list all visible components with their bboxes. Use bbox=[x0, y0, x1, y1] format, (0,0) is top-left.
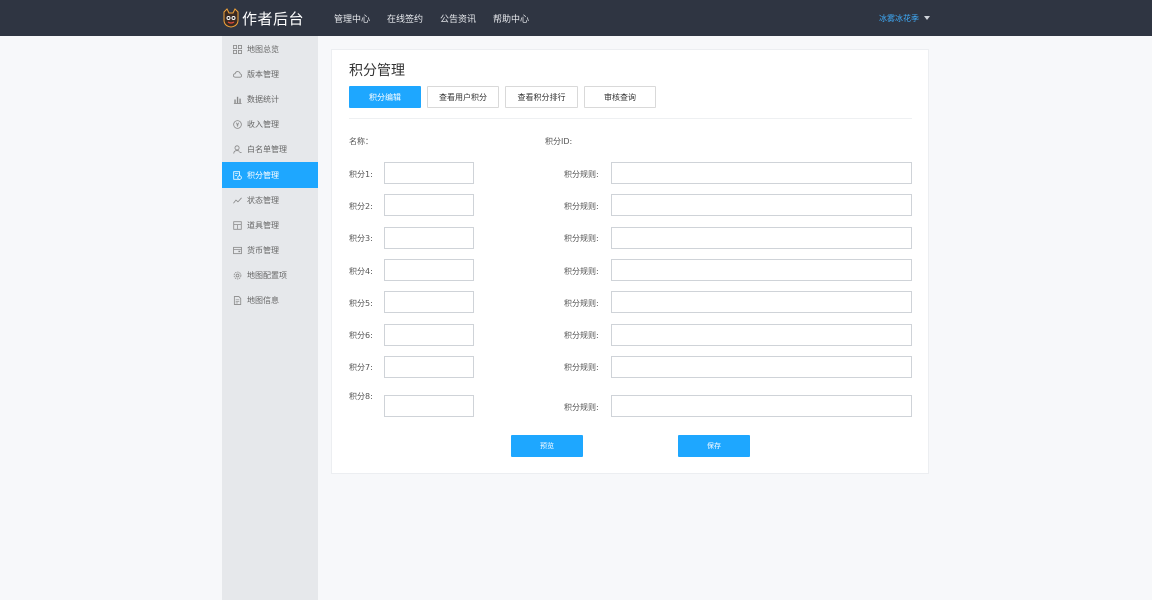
points-rule-3-input[interactable] bbox=[611, 227, 912, 249]
points-2-input[interactable] bbox=[384, 194, 474, 216]
tab-bar: 积分编辑 查看用户积分 查看积分排行 审核查询 bbox=[349, 86, 662, 108]
trend-icon bbox=[232, 195, 242, 205]
tab-audit-query[interactable]: 审核查询 bbox=[584, 86, 656, 108]
page-title: 积分管理 bbox=[349, 63, 405, 79]
points-6-input[interactable] bbox=[384, 324, 474, 346]
points-7-input[interactable] bbox=[384, 356, 474, 378]
sidebar-item-data-statistics[interactable]: 数据统计 bbox=[222, 87, 318, 112]
user-menu[interactable]: 冰雾冰花季 bbox=[879, 0, 930, 36]
points-rule-3-label: 积分规则: bbox=[564, 234, 599, 243]
points-4-input[interactable] bbox=[384, 259, 474, 281]
sidebar-item-label: 状态管理 bbox=[247, 195, 279, 205]
points-2-label: 积分2: bbox=[349, 202, 373, 211]
points-8-label: 积分8: bbox=[349, 392, 373, 401]
points-management-panel: 积分管理 积分编辑 查看用户积分 查看积分排行 审核查询 名称： 积分ID: 积… bbox=[331, 49, 929, 474]
points-7-label: 积分7: bbox=[349, 363, 373, 372]
cloud-icon bbox=[232, 69, 242, 79]
sidebar-item-label: 道具管理 bbox=[247, 220, 279, 230]
points-rule-4-input[interactable] bbox=[611, 259, 912, 281]
points-rule-4-label: 积分规则: bbox=[564, 267, 599, 276]
sidebar-item-label: 地图信息 bbox=[247, 296, 279, 306]
sidebar-item-currency-management[interactable]: 货币管理 bbox=[222, 238, 318, 263]
sidebar-item-label: 地图总览 bbox=[247, 44, 279, 54]
sidebar-item-map-overview[interactable]: 地图总览 bbox=[222, 37, 318, 62]
points-4-label: 积分4: bbox=[349, 267, 373, 276]
tab-view-points-ranking[interactable]: 查看积分排行 bbox=[505, 86, 578, 108]
points-3-input[interactable] bbox=[384, 227, 474, 249]
points-id-label: 积分ID: bbox=[545, 137, 573, 146]
nav-online-signing[interactable]: 在线签约 bbox=[387, 12, 423, 25]
sidebar-item-label: 白名单管理 bbox=[247, 145, 287, 155]
sidebar-item-label: 积分管理 bbox=[247, 170, 279, 180]
points-rule-2-input[interactable] bbox=[611, 194, 912, 216]
document-icon bbox=[232, 296, 242, 306]
points-5-input[interactable] bbox=[384, 291, 474, 313]
user-name: 冰雾冰花季 bbox=[879, 13, 919, 23]
user-icon bbox=[232, 145, 242, 155]
top-nav: 管理中心 在线签约 公告资讯 帮助中心 bbox=[334, 0, 546, 36]
points-6-label: 积分6: bbox=[349, 331, 373, 340]
tab-points-edit[interactable]: 积分编辑 bbox=[349, 86, 421, 108]
points-rule-1-label: 积分规则: bbox=[564, 170, 599, 179]
sidebar-item-label: 数据统计 bbox=[247, 94, 279, 104]
points-5-label: 积分5: bbox=[349, 299, 373, 308]
box-icon bbox=[232, 220, 242, 230]
points-rule-5-label: 积分规则: bbox=[564, 299, 599, 308]
sidebar-item-status-management[interactable]: 状态管理 bbox=[222, 188, 318, 213]
points-1-label: 积分1: bbox=[349, 170, 373, 179]
preview-button[interactable]: 预览 bbox=[511, 435, 583, 457]
sidebar-item-map-config[interactable]: 地图配置项 bbox=[222, 263, 318, 288]
coin-icon bbox=[232, 120, 242, 130]
name-label: 名称： bbox=[349, 137, 373, 146]
save-button[interactable]: 保存 bbox=[678, 435, 750, 457]
logo[interactable]: 作者后台 bbox=[222, 6, 304, 30]
sidebar-item-map-info[interactable]: 地图信息 bbox=[222, 288, 318, 313]
points-1-input[interactable] bbox=[384, 162, 474, 184]
sidebar-item-income-management[interactable]: 收入管理 bbox=[222, 112, 318, 137]
nav-help-center[interactable]: 帮助中心 bbox=[493, 12, 529, 25]
points-rule-7-label: 积分规则: bbox=[564, 363, 599, 372]
points-8-input[interactable] bbox=[384, 395, 474, 417]
points-rule-6-label: 积分规则: bbox=[564, 331, 599, 340]
bar-chart-icon bbox=[232, 94, 242, 104]
nav-announcements[interactable]: 公告资讯 bbox=[440, 12, 476, 25]
points-rule-8-label: 积分规则: bbox=[564, 403, 599, 412]
points-rule-2-label: 积分规则: bbox=[564, 202, 599, 211]
wallet-icon bbox=[232, 246, 242, 256]
sidebar-item-points-management[interactable]: 积分管理 bbox=[222, 162, 318, 188]
points-rule-6-input[interactable] bbox=[611, 324, 912, 346]
logo-mascot-icon bbox=[222, 8, 240, 28]
points-icon bbox=[232, 170, 242, 180]
points-rule-5-input[interactable] bbox=[611, 291, 912, 313]
divider bbox=[349, 118, 912, 119]
sidebar-item-props-management[interactable]: 道具管理 bbox=[222, 213, 318, 238]
tab-view-user-points[interactable]: 查看用户积分 bbox=[427, 86, 499, 108]
sidebar-item-label: 版本管理 bbox=[247, 69, 279, 79]
settings-icon bbox=[232, 271, 242, 281]
caret-down-icon bbox=[924, 16, 930, 20]
grid-icon bbox=[232, 44, 242, 54]
points-rule-1-input[interactable] bbox=[611, 162, 912, 184]
top-bar: 作者后台 管理中心 在线签约 公告资讯 帮助中心 冰雾冰花季 bbox=[0, 0, 1152, 36]
points-rule-7-input[interactable] bbox=[611, 356, 912, 378]
sidebar-item-label: 货币管理 bbox=[247, 246, 279, 256]
sidebar-item-label: 收入管理 bbox=[247, 120, 279, 130]
points-3-label: 积分3: bbox=[349, 234, 373, 243]
sidebar-item-label: 地图配置项 bbox=[247, 271, 287, 281]
sidebar-item-version-management[interactable]: 版本管理 bbox=[222, 62, 318, 87]
sidebar-item-whitelist-management[interactable]: 白名单管理 bbox=[222, 137, 318, 162]
points-rule-8-input[interactable] bbox=[611, 395, 912, 417]
sidebar: 地图总览 版本管理 数据统计 收入管理 白名单管理 积分管理 状态管理 道具管理… bbox=[222, 36, 318, 600]
app-title: 作者后台 bbox=[242, 9, 305, 28]
nav-management-center[interactable]: 管理中心 bbox=[334, 12, 370, 25]
